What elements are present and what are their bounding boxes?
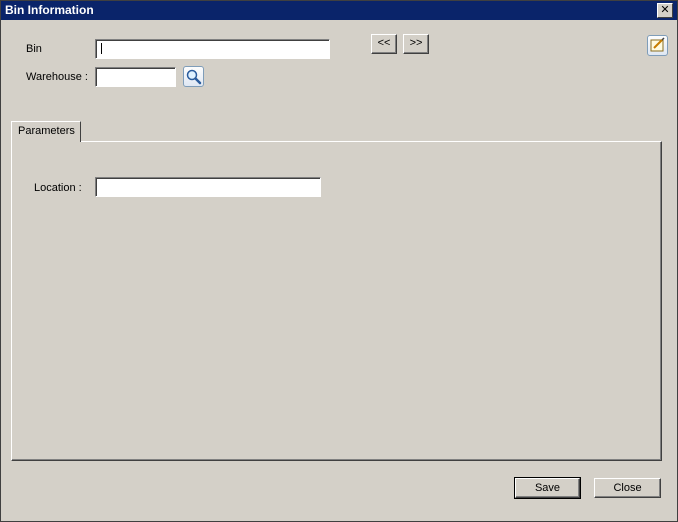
parameters-panel: Location : [11,141,662,461]
location-label: Location : [34,182,82,194]
warehouse-input[interactable] [95,67,176,87]
magnifier-icon [186,69,202,85]
text-caret [101,43,102,54]
warehouse-lookup-button[interactable] [183,66,204,87]
window-title: Bin Information [5,3,94,17]
location-input[interactable] [95,177,321,197]
save-button[interactable]: Save [514,477,581,499]
edit-note-icon[interactable] [647,35,668,56]
title-bar: Bin Information ✕ [1,1,677,20]
bin-label: Bin [26,43,42,55]
bin-information-window: Bin Information ✕ Bin << >> Warehouse : … [0,0,678,522]
tab-parameters[interactable]: Parameters [11,121,81,142]
close-icon[interactable]: ✕ [657,3,673,18]
next-record-button[interactable]: >> [403,34,429,54]
warehouse-label: Warehouse : [26,71,88,83]
bin-input[interactable] [95,39,330,59]
close-button[interactable]: Close [594,478,661,498]
previous-record-button[interactable]: << [371,34,397,54]
